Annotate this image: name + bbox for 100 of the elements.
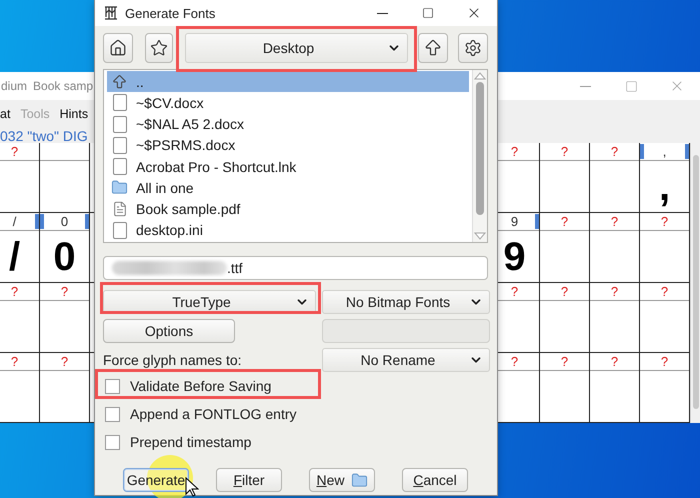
checkbox-label: Prepend timestamp xyxy=(130,434,252,450)
checkbox-label: Append a FONTLOG entry xyxy=(130,406,297,422)
glyph-cell[interactable]: ? xyxy=(590,353,640,423)
parent-folder-button[interactable] xyxy=(418,33,448,63)
scroll-up-icon[interactable] xyxy=(474,72,486,80)
missing-glyph-mark: ? xyxy=(560,214,568,229)
up-arrow-icon xyxy=(111,72,128,91)
missing-glyph-mark: ? xyxy=(60,354,68,369)
missing-glyph-mark: ? xyxy=(510,354,518,369)
missing-glyph-mark: ? xyxy=(60,284,68,299)
glyph-label: 9 xyxy=(510,214,518,229)
menu-item[interactable]: at xyxy=(0,107,10,121)
checkbox[interactable] xyxy=(105,378,120,394)
missing-glyph-mark: ? xyxy=(610,284,618,299)
missing-glyph-mark: ? xyxy=(660,214,668,229)
minimize-icon xyxy=(376,12,388,14)
settings-icon xyxy=(464,39,482,57)
scroll-down-icon[interactable] xyxy=(474,232,486,240)
glyph-cell[interactable] xyxy=(40,143,90,213)
file-icon xyxy=(112,158,126,176)
file-list-item[interactable]: ~$PSRMS.docx xyxy=(107,134,469,156)
file-list-item[interactable]: Book sample.pdf xyxy=(107,198,469,220)
missing-glyph-mark: ? xyxy=(560,284,568,299)
glyph-preview: / xyxy=(8,236,20,276)
scrollbar[interactable] xyxy=(690,143,700,423)
missing-glyph-mark: ? xyxy=(560,354,568,369)
home-icon xyxy=(109,39,127,57)
scrollbar[interactable] xyxy=(472,70,487,242)
checkbox-label: Validate Before Saving xyxy=(130,378,272,394)
menu-item[interactable]: Hints xyxy=(60,107,88,121)
glyph-preview: 9 xyxy=(503,236,526,276)
app-icon xyxy=(103,5,119,21)
marker-bar xyxy=(535,214,539,229)
marker-bar xyxy=(685,144,689,159)
glyph-preview: , xyxy=(658,166,670,206)
glyph-cell[interactable]: ? xyxy=(540,213,590,283)
glyph-label: 0 xyxy=(60,214,68,229)
glyph-cell[interactable]: ? xyxy=(0,283,40,353)
missing-glyph-mark: ? xyxy=(10,354,18,369)
glyph-cell[interactable]: ? xyxy=(0,353,40,423)
missing-glyph-mark: ? xyxy=(10,284,18,299)
checkbox[interactable] xyxy=(105,434,120,450)
file-icon xyxy=(112,94,126,112)
glyph-preview: 0 xyxy=(53,236,76,276)
scroll-thumb[interactable] xyxy=(476,82,484,215)
rename-dropdown[interactable]: No Rename xyxy=(322,348,490,372)
file-icon xyxy=(112,222,126,239)
mouse-pointer-icon xyxy=(185,477,199,497)
window-title: dium xyxy=(1,79,28,93)
glyph-cell[interactable]: ? xyxy=(590,143,640,213)
file-list-item[interactable]: Acrobat Pro - Shortcut.lnk xyxy=(107,156,469,178)
missing-glyph-mark: ? xyxy=(10,144,18,159)
glyph-cell[interactable]: ? xyxy=(0,143,40,213)
bookmark-button[interactable] xyxy=(145,33,173,63)
folder-icon xyxy=(350,472,368,488)
up-arrow-icon xyxy=(423,38,443,58)
field-label: Force glyph names to: xyxy=(103,352,243,368)
maximize-icon xyxy=(624,80,638,92)
checkbox[interactable] xyxy=(105,406,120,422)
glyph-cell[interactable]: ? xyxy=(590,213,640,283)
missing-glyph-mark: ? xyxy=(510,144,518,159)
options-button[interactable]: Options xyxy=(103,319,235,343)
marker-bar xyxy=(640,144,644,159)
glyph-cell[interactable]: ? xyxy=(40,283,90,353)
file-list-item[interactable]: .. xyxy=(107,71,469,92)
window-title: Book samp xyxy=(33,79,94,93)
missing-glyph-mark: ? xyxy=(610,144,618,159)
location-dropdown[interactable]: Desktop xyxy=(185,33,408,63)
folder-icon xyxy=(111,179,128,196)
home-button[interactable] xyxy=(103,33,133,63)
glyph-cell[interactable]: ? xyxy=(40,353,90,423)
glyph-cell[interactable]: ? xyxy=(540,143,590,213)
star-icon xyxy=(150,39,168,57)
glyph-cell[interactable]: 0 0 xyxy=(40,213,90,283)
glyph-cell[interactable]: ? xyxy=(540,353,590,423)
glyph-cell[interactable]: ? xyxy=(590,283,640,353)
bitmap-dropdown[interactable]: No Bitmap Fonts xyxy=(322,290,490,314)
dialog-button[interactable]: New xyxy=(309,468,375,492)
filename-field[interactable]: .ttf xyxy=(103,256,488,280)
file-icon xyxy=(112,136,126,154)
input-field[interactable] xyxy=(322,319,490,343)
document-icon xyxy=(112,201,128,218)
maximize-icon xyxy=(422,7,434,19)
dialog-button[interactable]: Filter xyxy=(216,468,282,492)
file-list-item[interactable]: All in one xyxy=(107,177,469,198)
file-list-item[interactable]: ~$NAL A5 2.docx xyxy=(107,114,469,135)
settings-button[interactable] xyxy=(458,33,488,63)
missing-glyph-mark: ? xyxy=(510,284,518,299)
dialog-button[interactable]: Cancel xyxy=(402,468,468,492)
missing-glyph-mark: ? xyxy=(610,214,618,229)
missing-glyph-mark: ? xyxy=(660,284,668,299)
missing-glyph-mark: ? xyxy=(560,144,568,159)
missing-glyph-mark: ? xyxy=(660,354,668,369)
file-list-item[interactable]: ~$CV.docx xyxy=(107,92,469,114)
scroll-thumb[interactable] xyxy=(693,155,699,409)
file-list-item[interactable]: desktop.ini xyxy=(107,220,469,241)
glyph-cell[interactable]: / / xyxy=(0,213,40,283)
glyph-info: 032 "two" DIG xyxy=(0,128,88,144)
glyph-cell[interactable]: ? xyxy=(540,283,590,353)
file-icon xyxy=(112,116,126,133)
